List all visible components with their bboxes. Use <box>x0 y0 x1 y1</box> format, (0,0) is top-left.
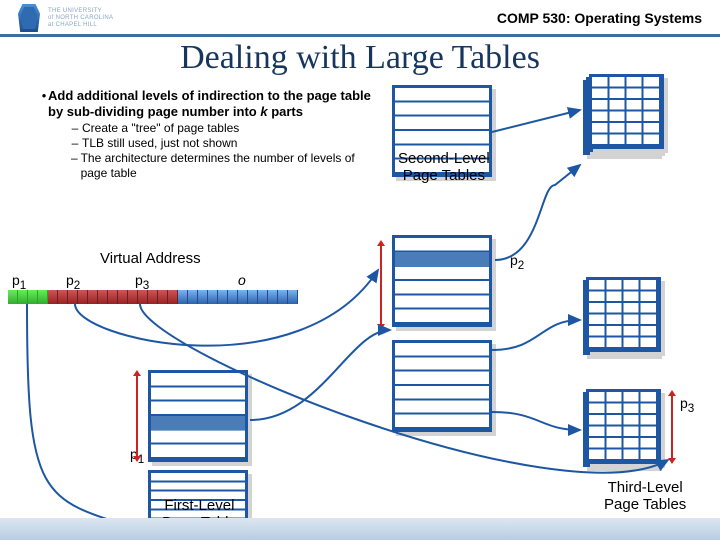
bullet-k: k <box>260 104 267 119</box>
bullet-icon: • <box>40 88 48 121</box>
p-sub: 3 <box>688 402 694 415</box>
bullet-post: parts <box>268 104 303 119</box>
unc-logo <box>18 4 40 32</box>
org-line3: at CHAPEL HILL <box>48 22 113 29</box>
org-text: THE UNIVERSITY of NORTH CAROLINA at CHAP… <box>48 8 113 29</box>
p2-index-arrow <box>380 246 382 324</box>
org-line1: THE UNIVERSITY <box>48 8 113 15</box>
dash-icon: – <box>68 121 82 136</box>
p2-bits <box>48 290 108 304</box>
p-letter: p <box>12 272 20 288</box>
sub-bullets: –Create a "tree" of page tables –TLB sti… <box>68 121 380 181</box>
second-level-text2: Page Tables <box>403 167 485 184</box>
bullet-text: Add additional levels of indirection to … <box>48 88 380 121</box>
sub-text: TLB still used, just not shown <box>82 136 237 151</box>
p-letter: p <box>135 272 143 288</box>
slide-title: Dealing with Large Tables <box>0 39 720 77</box>
p-letter: p <box>66 272 74 288</box>
virtual-address-title: Virtual Address <box>100 250 201 267</box>
org-line2: of NORTH CAROLINA <box>48 15 113 22</box>
second-level-text1: Second-Level <box>398 150 490 167</box>
p-letter: p <box>680 395 688 411</box>
bullet-main: • Add additional levels of indirection t… <box>40 88 380 121</box>
third-level-label: Third-Level Page Tables <box>604 480 686 513</box>
dash-icon: – <box>68 136 82 151</box>
footer-gradient <box>0 518 720 540</box>
third-level-text1: Third-Level <box>608 479 683 496</box>
p3-label: p3 <box>135 272 149 292</box>
sub-bullet: –The architecture determines the number … <box>68 151 380 181</box>
third-level-stack-1b <box>589 74 664 149</box>
p-letter: p <box>510 252 518 268</box>
bullet-pre: Add additional levels of indirection to … <box>48 88 371 119</box>
second-level-label: Second-Level Page Tables <box>398 150 490 185</box>
p1-bits <box>8 290 48 304</box>
virtual-address-bits <box>8 290 298 304</box>
sub-bullet: –Create a "tree" of page tables <box>68 121 380 136</box>
o-bits <box>178 290 298 304</box>
p2-label: p2 <box>66 272 80 292</box>
p2-ptr-label: p2 <box>510 252 524 272</box>
sub-bullet: –TLB still used, just not shown <box>68 136 380 151</box>
p3-bits <box>108 290 178 304</box>
p3-ptr-label: p3 <box>680 395 694 415</box>
bullet-block: • Add additional levels of indirection t… <box>40 88 380 181</box>
second-level-table-2 <box>392 235 492 327</box>
third-level-stack-3 <box>586 389 661 464</box>
course-label: COMP 530: Operating Systems <box>497 10 702 26</box>
third-level-stack-2 <box>586 277 661 352</box>
second-level-table-3 <box>392 340 492 432</box>
third-level-text2: Page Tables <box>604 496 686 513</box>
first-level-highlight <box>151 416 245 430</box>
sub-text: Create a "tree" of page tables <box>82 121 239 136</box>
offset-label: o <box>238 272 246 288</box>
first-level-table <box>148 370 248 462</box>
second-level-highlight <box>395 252 489 266</box>
p-sub: 2 <box>518 259 524 272</box>
header: THE UNIVERSITY of NORTH CAROLINA at CHAP… <box>0 0 720 37</box>
p1-label: p1 <box>12 272 26 292</box>
first-level-text1: First-Level <box>164 497 234 514</box>
sub-text: The architecture determines the number o… <box>81 151 380 181</box>
p3-index-arrow <box>671 396 673 458</box>
p1-index-arrow <box>136 376 138 456</box>
dash-icon: – <box>68 151 81 181</box>
